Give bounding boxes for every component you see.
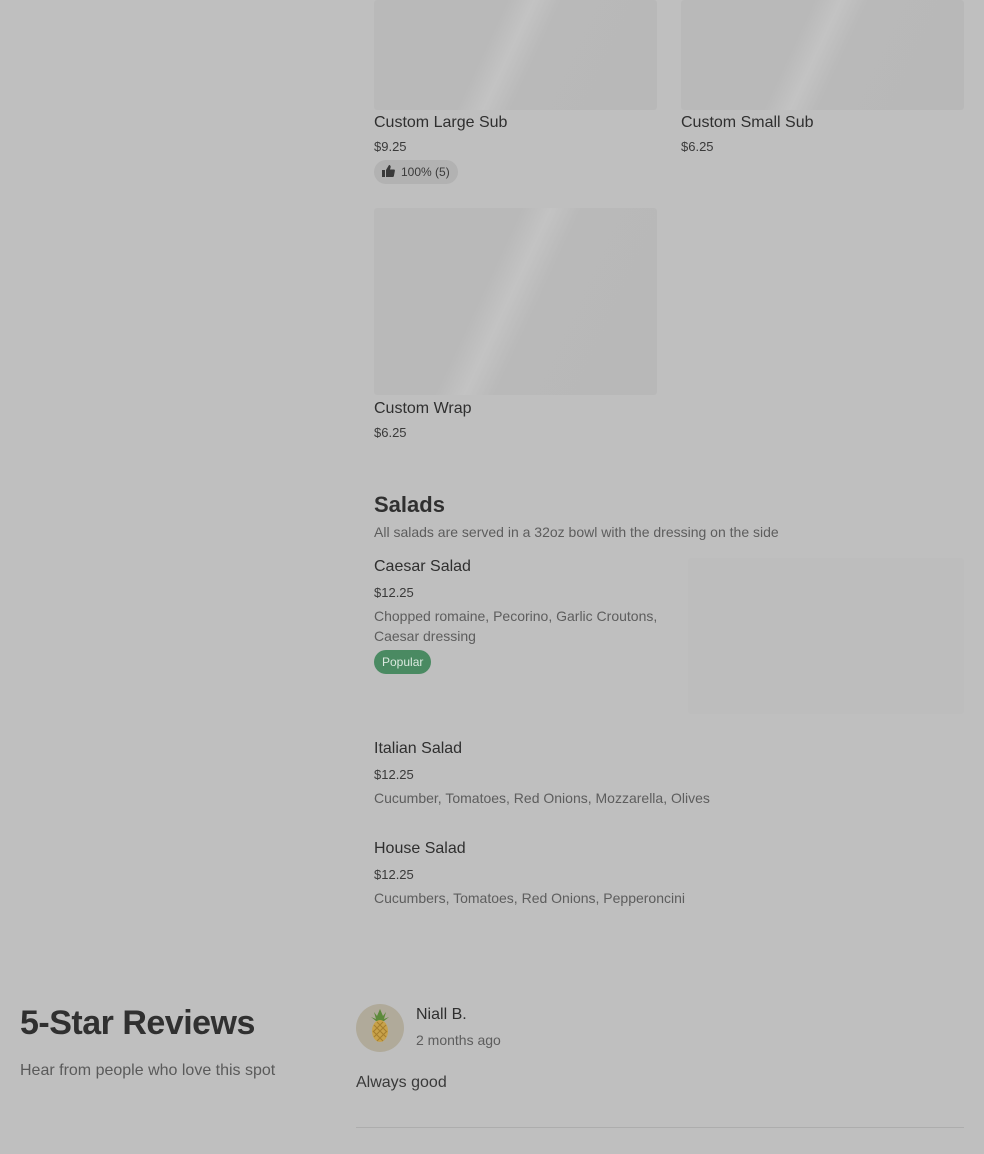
- custom-wrap-image[interactable]: [374, 208, 657, 395]
- italian-salad-description: Cucumber, Tomatoes, Red Onions, Mozzarel…: [374, 790, 710, 806]
- caesar-salad-image[interactable]: [688, 558, 964, 714]
- custom-large-sub-image[interactable]: [374, 0, 657, 110]
- pineapple-icon: [367, 1008, 393, 1049]
- reviewer-name: Niall B.: [416, 1006, 467, 1023]
- italian-salad-price: $12.25: [374, 767, 414, 782]
- reviews-subtitle: Hear from people who love this spot: [20, 1062, 276, 1079]
- rating-badge: 100% (5): [374, 160, 458, 184]
- review-text: Always good: [356, 1074, 447, 1091]
- review-time: 2 months ago: [416, 1032, 501, 1048]
- popular-badge: Popular: [374, 650, 432, 674]
- house-salad-price: $12.25: [374, 867, 414, 882]
- house-salad-description: Cucumbers, Tomatoes, Red Onions, Peppero…: [374, 890, 686, 906]
- caesar-salad-title[interactable]: Caesar Salad: [374, 558, 471, 576]
- custom-small-sub-title[interactable]: Custom Small Sub: [681, 114, 814, 132]
- custom-small-sub-image[interactable]: [681, 0, 964, 110]
- avatar: [356, 1004, 404, 1052]
- custom-wrap-title[interactable]: Custom Wrap: [374, 400, 472, 418]
- thumbs-up-icon: [382, 164, 395, 180]
- house-salad-title[interactable]: House Salad: [374, 840, 466, 858]
- reviews-title: 5-Star Reviews: [20, 1004, 255, 1042]
- custom-large-sub-title[interactable]: Custom Large Sub: [374, 114, 507, 132]
- custom-wrap-price: $6.25: [374, 425, 407, 440]
- caesar-salad-price: $12.25: [374, 585, 414, 600]
- review-divider: [356, 1127, 964, 1128]
- salads-section-title: Salads: [374, 492, 445, 517]
- italian-salad-title[interactable]: Italian Salad: [374, 740, 462, 758]
- rating-value: 100% (5): [401, 165, 450, 179]
- custom-small-sub-price: $6.25: [681, 139, 714, 154]
- custom-large-sub-price: $9.25: [374, 139, 407, 154]
- caesar-salad-description: Chopped romaine, Pecorino, Garlic Crouto…: [374, 608, 658, 644]
- salads-section-subtitle: All salads are served in a 32oz bowl wit…: [374, 524, 779, 540]
